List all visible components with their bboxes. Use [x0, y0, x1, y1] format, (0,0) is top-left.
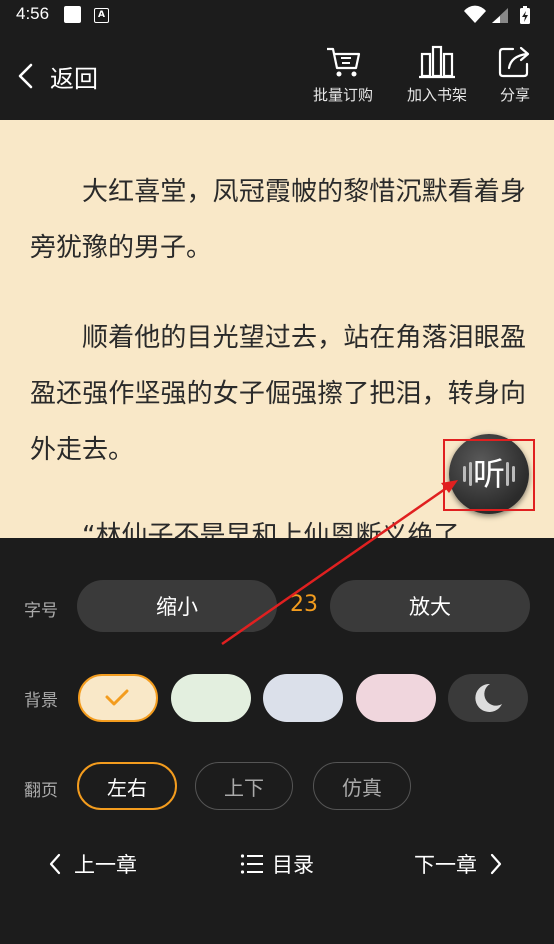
share-label: 分享 — [499, 86, 530, 104]
add-to-shelf-button[interactable]: 加入书架 — [397, 44, 477, 105]
bg-swatch-blue[interactable] — [263, 674, 343, 722]
font-size-value: 23 — [290, 592, 318, 617]
bg-swatch-night[interactable] — [448, 674, 528, 722]
page-turn-horizontal-label: 左右 — [107, 775, 147, 800]
prev-chapter-button[interactable]: 上一章 — [48, 844, 137, 884]
background-label: 背景 — [24, 691, 58, 711]
page-turn-simulation[interactable]: 仿真 — [313, 762, 411, 810]
paragraph: 大红喜堂，凤冠霞帔的黎惜沉默看着身旁犹豫的男子。 — [30, 177, 526, 263]
bookshelf-icon — [419, 45, 455, 79]
wifi-icon — [464, 5, 486, 24]
page-turn-vertical[interactable]: 上下 — [195, 762, 293, 810]
toc-label: 目录 — [272, 853, 314, 877]
prev-chapter-label: 上一章 — [74, 853, 137, 877]
font-decrease-button[interactable]: 缩小 — [77, 580, 277, 632]
batch-order-button[interactable]: 批量订购 — [303, 44, 383, 105]
font-decrease-label: 缩小 — [156, 595, 198, 619]
share-button[interactable]: 分享 — [475, 44, 554, 105]
page-turn-vertical-label: 上下 — [224, 775, 264, 800]
cart-icon — [327, 47, 361, 77]
page-turn-label: 翻页 — [24, 781, 58, 801]
font-increase-button[interactable]: 放大 — [330, 580, 530, 632]
font-increase-label: 放大 — [409, 595, 451, 619]
reader-toolbar: 返回 批量订购 加入书架 分享 — [0, 32, 554, 120]
moon-icon — [475, 683, 502, 712]
status-time: 4:56 — [16, 4, 50, 23]
bg-swatch-paper[interactable] — [78, 674, 158, 722]
annotation-highlight-box — [443, 439, 535, 511]
share-icon — [498, 46, 530, 78]
status-bar: 4:56 A — [0, 0, 554, 32]
status-indicators — [462, 4, 538, 30]
toc-button[interactable]: 目录 — [240, 844, 314, 884]
page-turn-simulation-label: 仿真 — [342, 775, 382, 800]
font-size-label: 字号 — [24, 601, 58, 621]
list-icon — [240, 854, 263, 874]
bg-swatch-green[interactable] — [171, 674, 251, 722]
chevron-right-icon — [490, 853, 502, 875]
next-chapter-button[interactable]: 下一章 — [414, 844, 503, 884]
notification-icon — [64, 6, 81, 23]
chevron-left-icon — [18, 63, 33, 89]
bg-swatch-pink[interactable] — [356, 674, 436, 722]
settings-panel: 字号 缩小 23 放大 背景 翻页 左右 上下 仿真 上一章 目录 下一章 — [0, 538, 554, 944]
chevron-left-icon — [49, 853, 61, 875]
page-turn-horizontal[interactable]: 左右 — [77, 762, 177, 810]
batch-order-label: 批量订购 — [312, 86, 373, 104]
check-icon — [105, 689, 129, 706]
back-button[interactable]: 返回 — [16, 54, 98, 98]
next-chapter-label: 下一章 — [414, 853, 477, 877]
back-label: 返回 — [50, 64, 98, 93]
signal-icon — [492, 8, 508, 23]
battery-icon — [520, 6, 530, 24]
app-notification-icon: A — [94, 8, 109, 23]
add-to-shelf-label: 加入书架 — [406, 86, 467, 104]
